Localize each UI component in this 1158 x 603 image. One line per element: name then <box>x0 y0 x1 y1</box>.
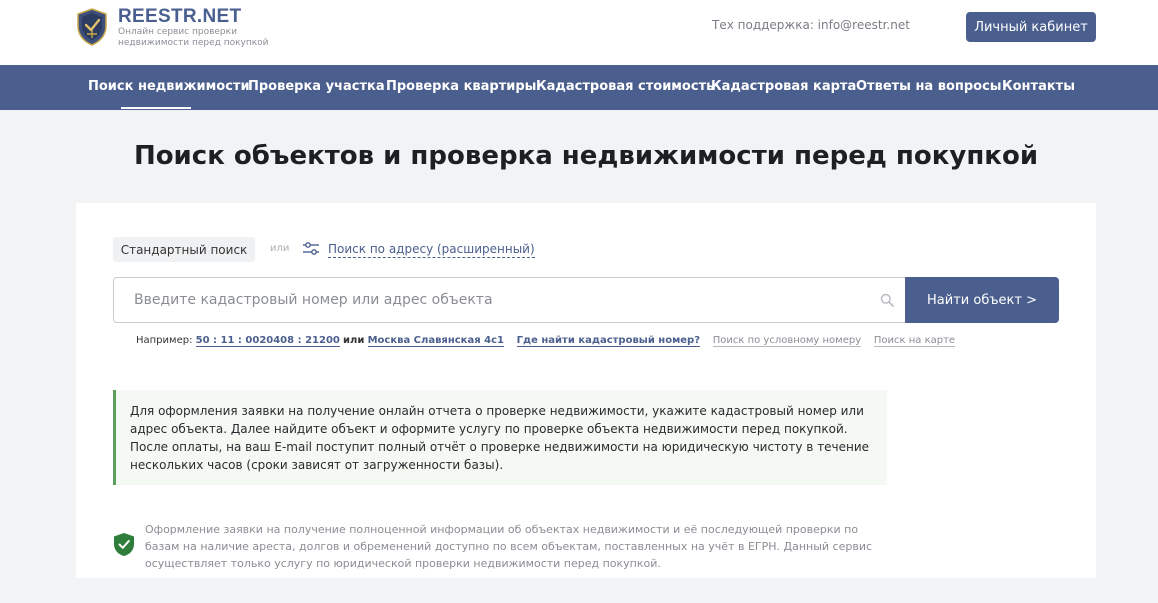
brand-name[interactable]: REESTR.NET <box>118 6 241 28</box>
support-contact: Тех поддержка: info@reestr.net <box>712 18 910 32</box>
footer-note: Оформление заявки на получение полноценн… <box>145 523 873 570</box>
advanced-search-link[interactable]: Поиск по адресу (расширенный) <box>328 242 535 258</box>
nav-item-apartment-check[interactable]: Проверка квартиры <box>386 65 536 110</box>
nav-item-faq[interactable]: Ответы на вопросы <box>856 65 1002 110</box>
or-separator: или <box>270 243 290 254</box>
sliders-icon <box>303 242 319 255</box>
examples-prefix: Например: <box>136 335 193 346</box>
main-nav: Поиск недвижимости Проверка участка Пров… <box>0 65 1158 110</box>
search-input[interactable] <box>134 278 874 322</box>
search-box <box>113 277 905 323</box>
standard-search-tab[interactable]: Стандартный поиск <box>113 237 255 262</box>
examples-or: или <box>343 335 365 346</box>
nav-active-indicator <box>121 107 191 109</box>
shield-check-icon <box>114 533 134 556</box>
nav-item-property-search[interactable]: Поиск недвижимости <box>88 65 250 110</box>
nav-item-cadastral-value[interactable]: Кадастровая стоимость <box>536 65 714 110</box>
nav-item-cadastral-map[interactable]: Кадастровая карта <box>711 65 856 110</box>
page-title: Поиск объектов и проверка недвижимости п… <box>133 141 1039 171</box>
site-header: REESTR.NET Онлайн сервис проверки недвиж… <box>0 0 1158 65</box>
nav-item-land-check[interactable]: Проверка участка <box>248 65 385 110</box>
info-notice: Для оформления заявки на получение онлай… <box>113 390 887 485</box>
address-example-link[interactable]: Москва Славянская 4с1 <box>367 335 504 347</box>
conditional-number-search-link[interactable]: Поиск по условному номеру <box>712 335 862 347</box>
where-find-cadastral-link[interactable]: Где найти кадастровый номер? <box>516 335 700 347</box>
brand-tagline: Онлайн сервис проверки недвижимости пере… <box>118 27 269 48</box>
shield-logo-icon[interactable] <box>76 8 108 46</box>
map-search-link[interactable]: Поиск на карте <box>873 335 956 347</box>
cadastral-example-link[interactable]: 50 : 11 : 0020408 : 21200 <box>195 335 340 347</box>
search-examples: Например: 50 : 11 : 0020408 : 21200 или … <box>136 335 956 347</box>
nav-item-contacts[interactable]: Контакты <box>1002 65 1075 110</box>
search-icon <box>880 293 894 307</box>
personal-account-button[interactable]: Личный кабинет <box>966 12 1096 42</box>
find-object-button[interactable]: Найти объект > <box>905 277 1059 323</box>
